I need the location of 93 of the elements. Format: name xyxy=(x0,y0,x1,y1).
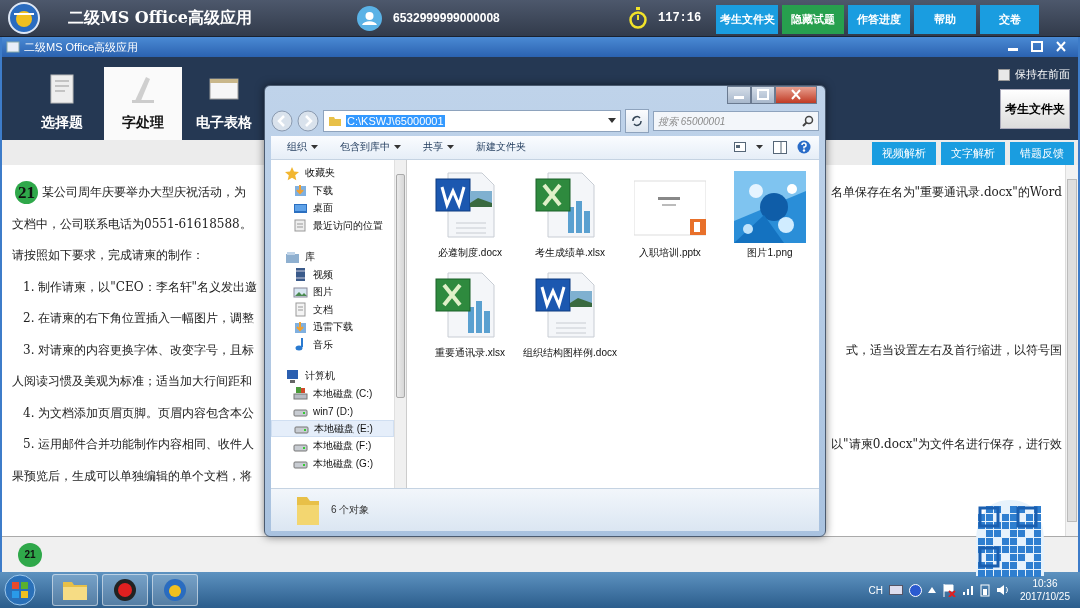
start-button[interactable] xyxy=(4,574,36,606)
question-text: 3. 对请柬的内容更换字体、改变字号，且标 xyxy=(23,341,255,359)
question-text: 名单保存在名为"重要通讯录.docx"的Word xyxy=(830,184,1062,202)
question-text: 以"请柬0.docx"为文件名进行保存，进行效 xyxy=(831,436,1062,454)
app-icon xyxy=(6,41,20,53)
folder-icon xyxy=(328,114,342,127)
tab[interactable]: 字处理 xyxy=(104,67,182,140)
download-icon xyxy=(293,319,308,335)
record-icon xyxy=(113,578,137,602)
question-text: 某公司周年庆要举办大型庆祝活动，为 xyxy=(42,184,246,202)
computer-icon xyxy=(285,368,300,384)
nav-item[interactable]: 下载 xyxy=(271,181,394,200)
command-button[interactable]: 组织 xyxy=(279,138,326,157)
command-button[interactable]: 共享 xyxy=(415,138,462,157)
search-field[interactable]: 搜索 65000001 xyxy=(653,111,819,132)
preview-pane-icon[interactable] xyxy=(773,140,787,154)
file-item[interactable]: 图片1.png xyxy=(721,171,819,272)
film-icon xyxy=(293,267,308,283)
checkbox[interactable] xyxy=(998,68,1010,81)
tab[interactable]: 电子表格 xyxy=(188,67,260,140)
nav-item[interactable]: 收藏夹 xyxy=(271,164,394,182)
checkbox-label: 保持在前面 xyxy=(1015,67,1070,82)
file-item[interactable]: 必遵制度.docx xyxy=(421,171,519,272)
nav-item[interactable]: 文档 xyxy=(271,300,394,319)
nav-item[interactable]: 迅雷下载 xyxy=(271,318,394,336)
status-text: 6 个对象 xyxy=(331,503,370,518)
question-number: 21 xyxy=(15,181,38,205)
nav-item[interactable]: 桌面 xyxy=(271,199,394,217)
nav-item[interactable]: 库 xyxy=(271,248,394,266)
question-badge: 21 xyxy=(18,542,42,567)
file-item[interactable]: 考生成绩单.xlsx xyxy=(521,171,619,272)
nav-item[interactable]: 本地磁盘 (E:) xyxy=(271,419,394,438)
window-title: 二级MS Office高级应用 xyxy=(24,39,140,55)
dropdown-icon[interactable] xyxy=(608,118,616,124)
nav-item[interactable]: 本地磁盘 (G:) xyxy=(271,454,394,473)
question-text: 人阅读习惯及美观为标准；适当加大行间距和 xyxy=(12,373,252,391)
stopwatch-icon xyxy=(629,7,647,29)
question-text: 2. 在请柬的右下角位置插入一幅图片，调整 xyxy=(23,310,255,328)
logo-icon xyxy=(163,578,187,602)
signal-icon[interactable] xyxy=(961,584,974,596)
download-icon xyxy=(293,183,308,199)
drive-icon xyxy=(293,386,308,402)
nav-item[interactable]: 本地磁盘 (C:) xyxy=(271,384,394,403)
refresh-button[interactable] xyxy=(625,108,649,133)
library-icon xyxy=(285,249,300,265)
refresh-icon xyxy=(631,114,643,127)
app-title: 二级MS Office高级应用 xyxy=(68,7,253,29)
close-icon[interactable] xyxy=(775,86,817,104)
file-item[interactable]: 组织结构图样例.docx xyxy=(521,271,619,372)
question-text: 式，适当设置左右及首行缩进，以符号国 xyxy=(846,341,1062,359)
command-button[interactable]: 新建文件夹 xyxy=(468,138,534,157)
star-icon xyxy=(285,165,300,181)
file-item[interactable]: 重要通讯录.xlsx xyxy=(421,271,519,372)
keyboard-icon[interactable] xyxy=(888,585,903,595)
battery-icon[interactable] xyxy=(979,583,990,597)
view-icon[interactable] xyxy=(734,142,746,153)
question-text: 4. 为文档添加页眉页脚。页眉内容包含本公 xyxy=(23,404,255,422)
image-icon xyxy=(293,284,308,300)
nav-item[interactable]: 计算机 xyxy=(271,367,394,385)
maximize-icon[interactable] xyxy=(751,86,775,104)
nav-item[interactable]: 最近访问的位置 xyxy=(271,216,394,235)
recorder-taskbar-button[interactable] xyxy=(102,574,148,606)
nav-item[interactable]: 音乐 xyxy=(271,335,394,354)
clock[interactable]: 10:36 2017/10/25 xyxy=(1019,577,1070,603)
nav-item[interactable]: 视频 xyxy=(271,265,394,284)
question-text: 1. 制作请柬，以"CEO：李名轩"名义发出邀 xyxy=(23,278,258,296)
forward-icon[interactable] xyxy=(297,109,319,132)
exam-id: 6532999999000008 xyxy=(393,11,501,25)
speaker-icon[interactable] xyxy=(995,584,1010,596)
flag-icon[interactable] xyxy=(941,583,956,597)
nav-item[interactable]: win7 (D:) xyxy=(271,402,394,420)
back-icon[interactable] xyxy=(271,109,293,132)
minimize-icon[interactable] xyxy=(727,86,751,104)
file-item[interactable]: 入职培训.pptx xyxy=(621,171,719,272)
tab[interactable]: 选择题 xyxy=(26,67,98,140)
chevron-up-icon[interactable] xyxy=(927,587,936,593)
user-icon xyxy=(357,5,382,31)
question-text: 果预览后，生成可以单独编辑的单个文档，将 xyxy=(12,467,252,485)
document-icon xyxy=(293,302,308,318)
question-text: 请按照如下要求，完成请柬的制作： xyxy=(12,247,204,265)
search-icon xyxy=(802,114,814,127)
caret-icon[interactable] xyxy=(756,145,763,150)
nav-item[interactable]: 本地磁盘 (F:) xyxy=(271,437,394,455)
folder-button[interactable]: 考生文件夹 xyxy=(1000,89,1070,129)
folder-icon xyxy=(62,579,88,601)
recent-places-icon xyxy=(293,218,308,234)
nav-item[interactable]: 图片 xyxy=(271,283,394,301)
logo-icon xyxy=(8,2,40,34)
question-text: 5. 运用邮件合并功能制作内容相同、收件人 xyxy=(23,436,255,454)
input-language[interactable]: CH xyxy=(868,584,883,596)
countdown-timer: 117:16 xyxy=(658,11,703,25)
question-text: 文档中，公司联系电话为0551-61618588。 xyxy=(12,215,252,233)
command-button[interactable]: 包含到库中 xyxy=(332,138,409,157)
